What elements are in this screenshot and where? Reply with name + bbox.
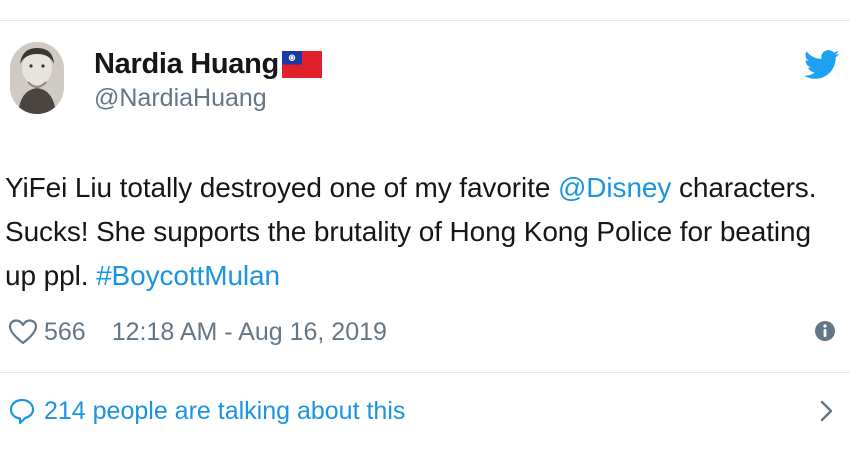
user-handle[interactable]: @NardiaHuang [94,84,267,113]
tweet-header: Nardia Huang @NardiaHuang [10,42,840,114]
conversation-label[interactable]: 214 people are talking about this [44,397,405,426]
display-name[interactable]: Nardia Huang [94,48,279,81]
taiwan-flag-icon [281,51,322,78]
name-row: Nardia Huang [94,48,322,81]
hashtag-link-boycottmulan[interactable]: #BoycottMulan [96,260,280,291]
conversation-link[interactable]: 214 people are talking about this [8,393,840,429]
speech-bubble-icon [9,398,35,425]
tweet-text: YiFei Liu totally destroyed one of my fa… [5,166,845,298]
tweet-meta: 566 12:18 AM - Aug 16, 2019 [8,314,840,350]
tweet-text-part: YiFei Liu totally destroyed one of my fa… [5,172,558,203]
twitter-bird-icon[interactable] [804,50,840,80]
timestamp[interactable]: 12:18 AM - Aug 16, 2019 [112,318,387,347]
like-count[interactable]: 566 [44,318,86,347]
divider [0,372,850,373]
chevron-right-icon[interactable] [818,397,836,425]
avatar[interactable] [10,42,64,114]
info-icon[interactable] [814,320,836,342]
mention-link-disney[interactable]: @Disney [558,172,671,203]
heart-icon[interactable] [8,318,38,346]
